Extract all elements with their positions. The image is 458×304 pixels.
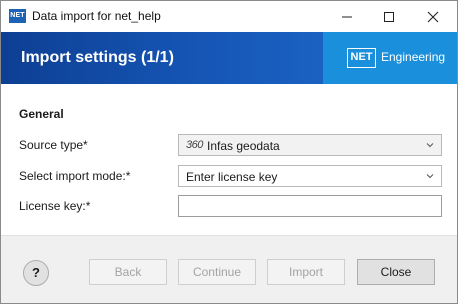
dialog-window: NET Data import for net_help Import sett… (0, 0, 458, 304)
back-button[interactable]: Back (89, 259, 167, 285)
import-mode-label: Select import mode:* (19, 169, 131, 183)
help-button[interactable]: ? (23, 260, 49, 286)
app-icon: NET (9, 9, 26, 23)
brand-mark: NET (347, 48, 376, 68)
brand-logo: NET Engineering (323, 32, 457, 84)
chevron-down-icon (426, 143, 434, 148)
source-type-value: Infas geodata (207, 139, 280, 153)
minimize-icon (342, 16, 352, 17)
source-type-select[interactable]: 360 Infas geodata (178, 134, 442, 156)
import-mode-value: Enter license key (186, 170, 278, 184)
brand-text: Engineering (381, 50, 446, 64)
close-icon (427, 11, 439, 22)
continue-button[interactable]: Continue (178, 259, 256, 285)
chevron-down-icon (426, 174, 434, 179)
geodata-360-icon: 360 (186, 139, 203, 151)
license-key-label: License key:* (19, 199, 91, 213)
header-banner: Import settings (1/1) NET Engineering (1, 32, 457, 84)
import-mode-select[interactable]: Enter license key (178, 165, 442, 187)
maximize-button[interactable] (367, 1, 411, 32)
close-button[interactable]: Close (357, 259, 435, 285)
close-window-button[interactable] (411, 1, 455, 32)
window-title: Data import for net_help (32, 9, 161, 23)
maximize-icon (384, 11, 394, 22)
footer-bar: ? Back Continue Import Close (1, 235, 457, 303)
license-key-input[interactable] (178, 195, 442, 217)
import-button[interactable]: Import (267, 259, 345, 285)
minimize-button[interactable] (325, 1, 369, 32)
section-title-general: General (19, 107, 64, 121)
page-title: Import settings (1/1) (21, 49, 174, 66)
source-type-label: Source type* (19, 138, 88, 152)
title-bar: NET Data import for net_help (1, 1, 457, 32)
